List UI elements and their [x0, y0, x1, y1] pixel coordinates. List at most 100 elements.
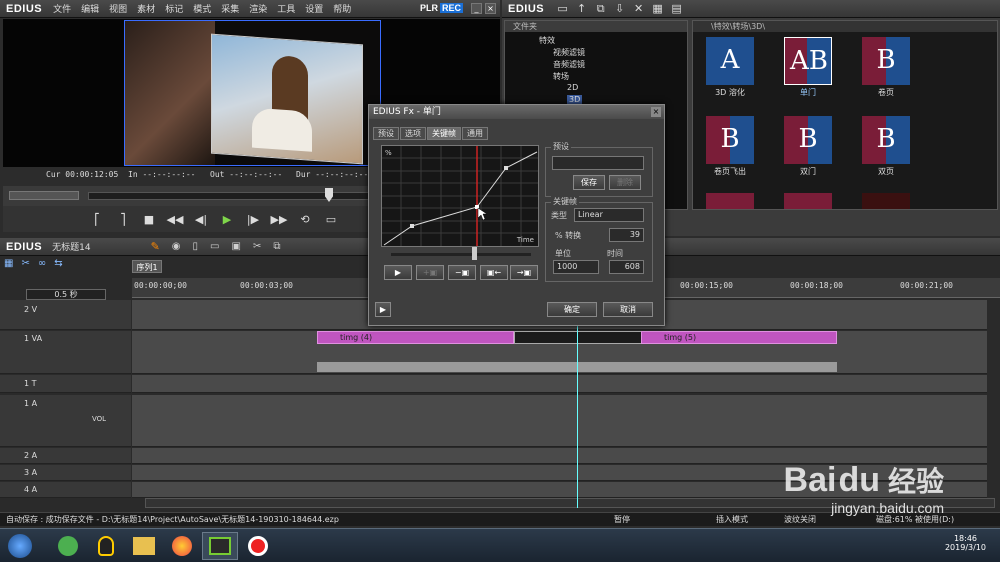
output-icon[interactable]: ▭ [322, 211, 340, 227]
preset-select[interactable] [552, 156, 644, 170]
tab-preset[interactable]: 预设 [373, 127, 399, 140]
start-button[interactable] [2, 532, 38, 560]
task-icon-1[interactable] [50, 532, 86, 560]
dialog-close-icon[interactable]: × [651, 107, 661, 117]
clip-timg4[interactable]: timg (4) [317, 331, 514, 344]
menu-marker[interactable]: 标记 [160, 2, 188, 15]
unit-select[interactable]: 1000 [553, 260, 599, 274]
percent-input[interactable]: 39 [609, 228, 644, 242]
menu-edit[interactable]: 编辑 [76, 2, 104, 15]
close-icon[interactable]: × [485, 3, 496, 14]
track-header-4a[interactable]: 4 A [0, 482, 131, 498]
kf-prev-button[interactable]: ▣← [480, 265, 508, 280]
menu-view[interactable]: 视图 [104, 2, 132, 15]
rewind-icon[interactable]: ◀◀ [166, 211, 184, 227]
track-header-1t[interactable]: 1 T [0, 375, 131, 393]
track-header-1va[interactable]: 1 VA [0, 331, 131, 374]
type-select[interactable]: Linear [574, 208, 644, 222]
effect-thumb-single-door[interactable]: AB [784, 37, 832, 85]
preset-save-button[interactable]: 保存 [573, 175, 605, 190]
menu-capture[interactable]: 采集 [216, 2, 244, 15]
folder-icon[interactable]: ▭ [556, 2, 569, 15]
open-icon[interactable]: ▭ [210, 241, 219, 252]
minimize-icon[interactable]: _ [471, 3, 482, 14]
track-header-1a[interactable]: 1 A VOL [0, 395, 131, 447]
track-lane-1t[interactable] [132, 375, 987, 393]
graph-slider-handle[interactable] [472, 247, 477, 260]
clip-timg5[interactable]: timg (5) [641, 331, 837, 344]
stop-icon[interactable]: ■ [140, 211, 158, 227]
menu-tools[interactable]: 工具 [272, 2, 300, 15]
effect-thumb-row3b[interactable] [784, 193, 832, 209]
delete-icon[interactable]: ✕ [632, 2, 645, 15]
menu-file[interactable]: 文件 [48, 2, 76, 15]
step-forward-icon[interactable]: |▶ [244, 211, 262, 227]
tree-item-transitions[interactable]: 转场 [553, 71, 569, 82]
track-lane-1a[interactable] [132, 395, 987, 447]
kf-play-button[interactable]: ▶ [384, 265, 412, 280]
cut-icon[interactable]: ✂ [253, 241, 261, 252]
ok-button[interactable]: 确定 [547, 302, 597, 317]
save-icon[interactable]: ▣ [232, 241, 241, 252]
menu-render[interactable]: 渲染 [244, 2, 272, 15]
tree-item-2d[interactable]: 2D [567, 83, 578, 92]
tab-keyframe[interactable]: 关键帧 [427, 127, 461, 140]
status-insert-mode[interactable]: 插入模式 [710, 514, 778, 525]
effect-thumb-row3c[interactable] [862, 193, 910, 209]
play-icon[interactable]: ▶ [218, 211, 236, 227]
step-back-icon[interactable]: ◀| [192, 211, 210, 227]
up-icon[interactable]: ↑ [575, 2, 588, 15]
effect-thumb-double-door[interactable]: B [784, 116, 832, 164]
loop-icon[interactable]: ⟲ [296, 211, 314, 227]
task-icon-5[interactable] [202, 531, 238, 560]
task-icon-2[interactable] [88, 532, 124, 560]
properties-icon[interactable]: ▤ [670, 2, 683, 15]
kf-next-button[interactable]: →▣ [510, 265, 538, 280]
timeline-playhead[interactable] [577, 298, 578, 508]
view-icon[interactable]: ▦ [651, 2, 664, 15]
apply-icon[interactable]: ⇩ [613, 2, 626, 15]
graph-slider-track[interactable] [391, 253, 531, 256]
shuttle-slider[interactable] [9, 191, 79, 200]
mode-icon-3[interactable]: ∞ [38, 258, 46, 272]
preset-delete-button[interactable]: 删除 [609, 175, 641, 190]
new-icon[interactable]: ▯ [193, 241, 199, 252]
track-header-3a[interactable]: 3 A [0, 465, 131, 481]
menu-settings[interactable]: 设置 [300, 2, 328, 15]
menu-help[interactable]: 帮助 [328, 2, 356, 15]
task-icon-4[interactable] [164, 532, 200, 560]
cancel-button[interactable]: 取消 [603, 302, 653, 317]
menu-mode[interactable]: 模式 [188, 2, 216, 15]
capture-icon[interactable]: ◉ [172, 241, 181, 252]
effect-thumb-3d-dissolve[interactable]: A [706, 37, 754, 85]
tree-item-3d[interactable]: 3D [567, 95, 583, 104]
mode-icon-2[interactable]: ✂ [21, 258, 29, 272]
kf-remove-button[interactable]: −▣ [448, 265, 476, 280]
transition-clip[interactable] [514, 331, 642, 344]
tab-sequence1[interactable]: 序列1 [132, 260, 162, 273]
keyframe-graph[interactable]: % Time [381, 145, 539, 247]
tree-item-video-filters[interactable]: 视频滤镜 [553, 47, 585, 58]
time-input[interactable]: 608 [609, 260, 644, 274]
effect-icon[interactable]: ✎ [151, 240, 160, 253]
effect-thumb-page-curl-out[interactable]: B [706, 116, 754, 164]
tab-options[interactable]: 选项 [400, 127, 426, 140]
copy-icon[interactable]: ⧉ [594, 2, 607, 15]
tab-general[interactable]: 通用 [462, 127, 488, 140]
task-icon-3[interactable] [126, 532, 162, 560]
mode-icon-1[interactable]: ▦ [4, 258, 13, 272]
tree-item-audio-filters[interactable]: 音频滤镜 [553, 59, 585, 70]
task-icon-6[interactable] [240, 532, 276, 560]
fast-forward-icon[interactable]: ▶▶ [270, 211, 288, 227]
tray-clock[interactable]: 18:46 2019/3/10 [945, 534, 986, 552]
set-in-icon[interactable]: ⎡ [88, 211, 106, 227]
effect-thumb-double-page[interactable]: B [862, 116, 910, 164]
menu-clip[interactable]: 素材 [132, 2, 160, 15]
tree-item-effects[interactable]: 特效 [539, 35, 555, 46]
set-out-icon[interactable]: ⎤ [114, 211, 132, 227]
plr-rec-toggle[interactable]: PLR REC [420, 3, 464, 13]
paste-icon[interactable]: ⧉ [273, 241, 280, 252]
track-header-2a[interactable]: 2 A [0, 448, 131, 464]
zoom-select[interactable]: 0.5 秒 [26, 289, 106, 300]
track-header-2v[interactable]: 2 V [0, 300, 131, 330]
